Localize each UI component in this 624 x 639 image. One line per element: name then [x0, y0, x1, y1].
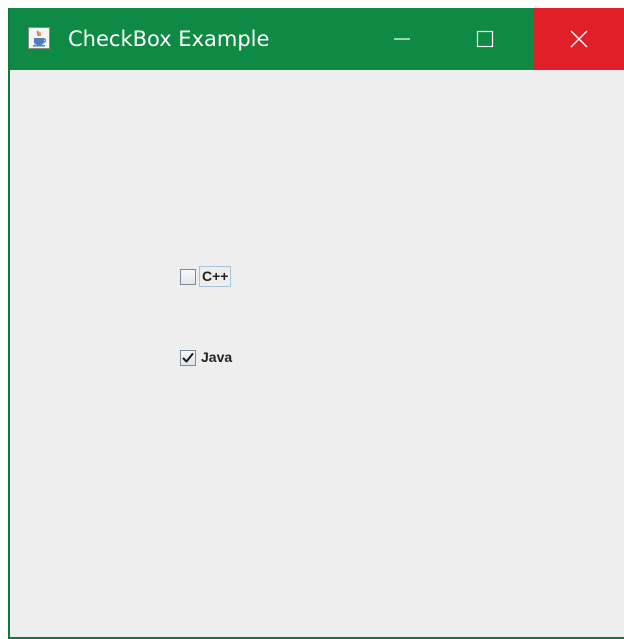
- close-button[interactable]: [534, 8, 624, 70]
- maximize-icon: [476, 30, 493, 48]
- close-icon: [570, 30, 588, 48]
- minimize-button[interactable]: [367, 8, 436, 70]
- title-bar[interactable]: CheckBox Example: [10, 8, 624, 70]
- minimize-icon: [393, 38, 410, 40]
- maximize-button[interactable]: [450, 8, 519, 70]
- checkbox-box-java[interactable]: [180, 349, 196, 366]
- checkbox-label-java[interactable]: Java: [199, 348, 234, 367]
- window-title: CheckBox Example: [68, 27, 270, 51]
- app-window: CheckBox Example C++ Java: [8, 8, 624, 639]
- checkbox-java[interactable]: Java: [180, 348, 234, 367]
- content-pane: C++ Java: [10, 70, 624, 637]
- checkbox-box-cpp[interactable]: [180, 268, 196, 285]
- java-app-icon[interactable]: [28, 27, 50, 49]
- checkbox-cpp[interactable]: C++: [180, 266, 232, 287]
- checkbox-label-cpp[interactable]: C++: [199, 266, 232, 287]
- checkmark-icon: [182, 352, 194, 362]
